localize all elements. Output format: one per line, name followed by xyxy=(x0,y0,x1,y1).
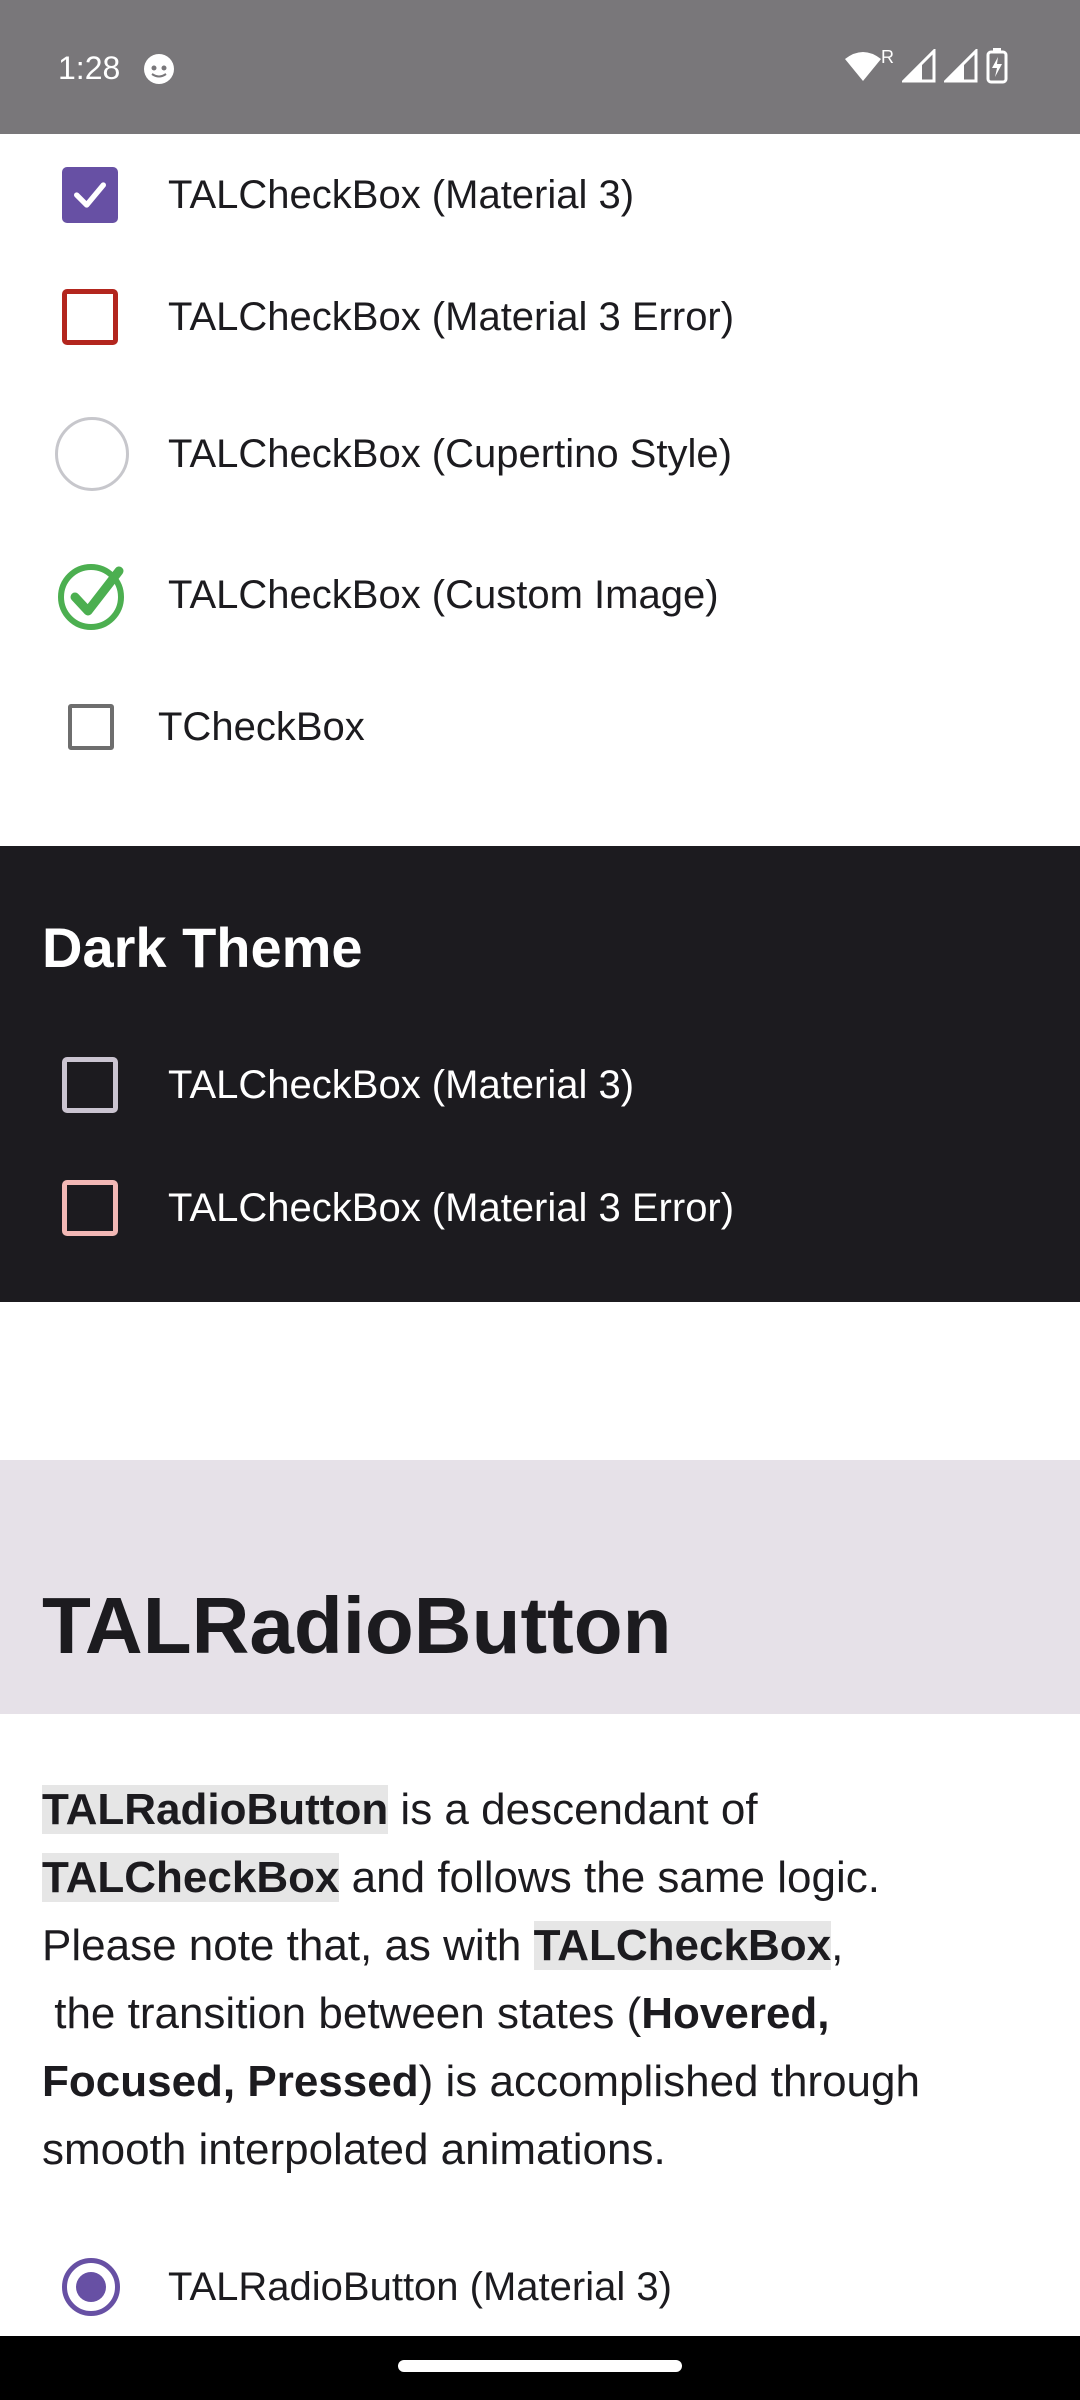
checkbox-label: TALCheckBox (Material 3 Error) xyxy=(168,294,735,339)
desc-text: smooth interpolated animations. xyxy=(42,2125,666,2174)
status-time: 1:28 xyxy=(58,50,121,86)
checkbox-checked-icon[interactable] xyxy=(62,167,118,223)
desc-text: ) is accomplished through xyxy=(418,2057,920,2106)
checkbox-label: TALCheckBox (Cupertino Style) xyxy=(168,431,732,476)
checkbox-error-icon[interactable] xyxy=(62,289,118,345)
radio-selected-icon[interactable] xyxy=(62,2258,120,2316)
notification-app-icon xyxy=(144,54,174,84)
desc-text: the transition between states ( xyxy=(42,1989,642,2038)
roaming-indicator: R xyxy=(881,46,894,67)
desc-text: is a descendant of xyxy=(388,1785,758,1834)
radio-section-title: TALRadioButton xyxy=(42,1581,672,1670)
desc-text: , xyxy=(831,1921,844,1970)
status-bar: 1:28 R xyxy=(0,0,1080,134)
signal-icon-2 xyxy=(944,49,978,83)
checkbox-label: TALCheckBox (Material 3 Error) xyxy=(168,1185,735,1230)
checkbox-error-icon[interactable] xyxy=(62,1180,118,1236)
radio-dot xyxy=(76,2272,106,2302)
radio-description: TALRadioButton is a descendant of TALChe… xyxy=(42,1776,1042,2184)
checkbox-row-material3-error[interactable]: TALCheckBox (Material 3 Error) xyxy=(0,272,1080,362)
battery-charging-icon xyxy=(986,48,1008,84)
checkbox-label: TALCheckBox (Material 3) xyxy=(168,1062,635,1107)
desc-text: and follows the same logic. xyxy=(339,1853,880,1902)
dark-theme-title: Dark Theme xyxy=(42,916,363,979)
wifi-icon xyxy=(845,52,881,81)
checkbox-label: TALCheckBox (Material 3) xyxy=(168,172,635,217)
check-icon xyxy=(74,182,107,208)
signal-icon xyxy=(902,49,936,83)
checkbox-icon[interactable] xyxy=(62,1057,118,1113)
radio-label: TALRadioButton (Material 3) xyxy=(168,2264,672,2309)
checkbox-row-tcheckbox[interactable]: TCheckBox xyxy=(0,682,1080,772)
plain-checkbox-icon[interactable] xyxy=(68,704,114,750)
desc-bold: Hovered, xyxy=(641,1989,830,2038)
navigation-bar xyxy=(0,2336,1080,2400)
dark-checkbox-row-material3[interactable]: TALCheckBox (Material 3) xyxy=(0,1040,1080,1130)
radio-row-material3[interactable]: TALRadioButton (Material 3) xyxy=(0,2242,1080,2332)
desc-bold: Focused, Pressed xyxy=(42,2057,419,2106)
checkbox-row-cupertino[interactable]: TALCheckBox (Cupertino Style) xyxy=(0,404,1080,504)
checkbox-label: TCheckBox xyxy=(158,704,365,749)
code-token: TALRadioButton xyxy=(42,1785,389,1834)
checkbox-row-material3[interactable]: TALCheckBox (Material 3) xyxy=(0,150,1080,240)
custom-checkmark-icon[interactable] xyxy=(55,557,131,633)
checkbox-label: TALCheckBox (Custom Image) xyxy=(168,572,719,617)
dark-checkbox-row-material3-error[interactable]: TALCheckBox (Material 3 Error) xyxy=(0,1163,1080,1253)
code-token: TALCheckBox xyxy=(42,1853,340,1902)
code-token: TALCheckBox xyxy=(533,1921,832,1970)
checkbox-row-custom-image[interactable]: TALCheckBox (Custom Image) xyxy=(0,545,1080,645)
cupertino-circle-icon[interactable] xyxy=(55,417,129,491)
status-icons: R xyxy=(843,46,1008,84)
desc-text: Please note that, as with xyxy=(42,1921,534,1970)
home-gesture-handle[interactable] xyxy=(398,2360,682,2372)
